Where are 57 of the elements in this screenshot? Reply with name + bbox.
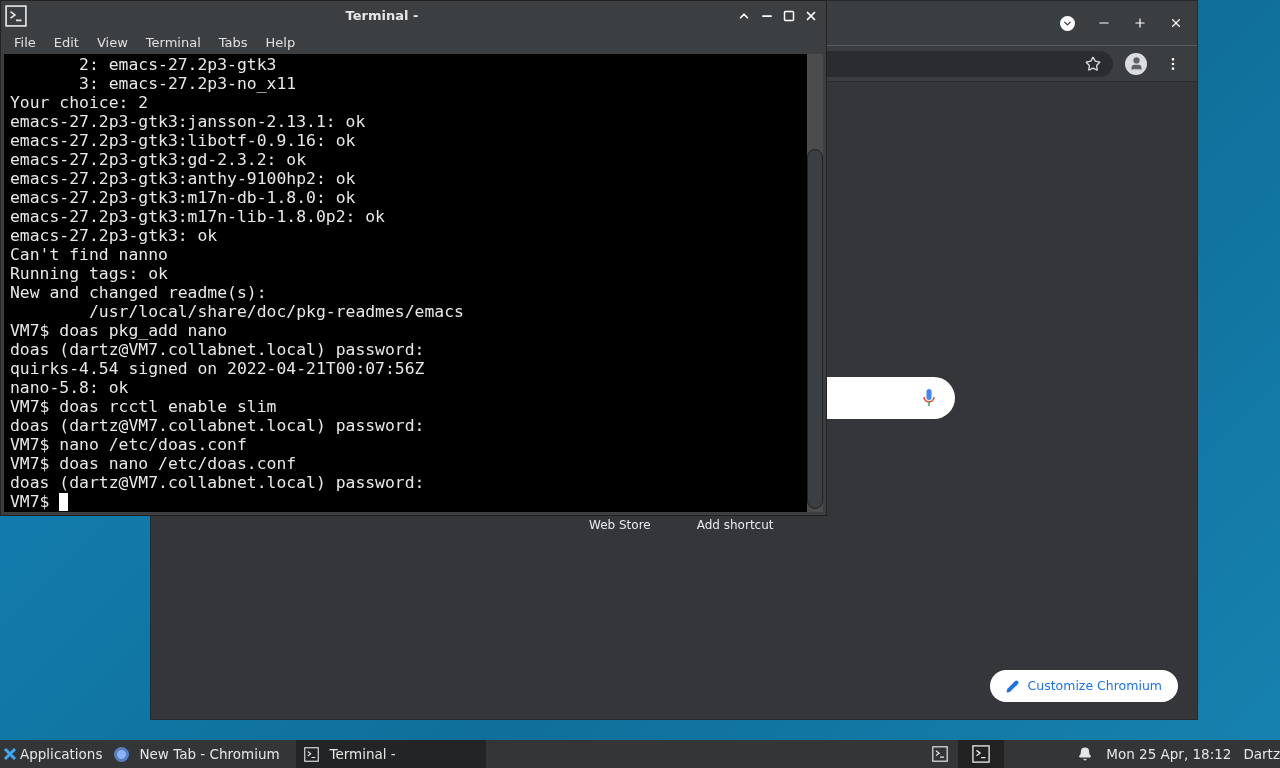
output-line: VM7$ nano /etc/doas.conf: [10, 435, 248, 454]
output-line: quirks-4.54 signed on 2022-04-21T00:07:56Z: [10, 359, 426, 378]
output-line: VM7$ doas nano /etc/doas.conf: [10, 454, 298, 473]
output-line: emacs-27.2p3-gtk3:jansson-2.13.1: ok: [10, 112, 367, 131]
workspace-button[interactable]: [958, 740, 1005, 768]
profile-avatar[interactable]: [1125, 52, 1147, 75]
clock[interactable]: Mon 25 Apr, 18:12: [1106, 743, 1232, 765]
output-line: nano-5.8: ok: [10, 378, 130, 397]
close-icon[interactable]: [1169, 16, 1183, 30]
terminal-icon: [5, 5, 27, 27]
close-icon[interactable]: [804, 9, 818, 23]
output-line: emacs-27.2p3-gtk3:m17n-lib-1.8.0p2: ok: [10, 207, 386, 226]
maximize-icon[interactable]: [1133, 16, 1147, 30]
output-line: doas (dartz@VM7.collabnet.local) password:: [10, 340, 426, 359]
shortcut-label[interactable]: Web Store: [589, 516, 651, 534]
person-icon: [1128, 56, 1144, 71]
output-line: emacs-27.2p3-gtk3:gd-2.3.2: ok: [10, 150, 308, 169]
output-line: Running tags: ok: [10, 264, 169, 283]
microphone-icon[interactable]: [923, 389, 935, 407]
output-line: doas (dartz@VM7.collabnet.local) password:: [10, 473, 426, 492]
output-line: 2: emacs-27.2p3-gtk3: [78, 55, 278, 74]
prompt: VM7$: [10, 492, 51, 511]
output-line: Can't find nanno: [10, 245, 169, 264]
output-line: Your choice: 2: [10, 93, 150, 112]
output-line: emacs-27.2p3-gtk3: ok: [10, 226, 219, 245]
output-line: emacs-27.2p3-gtk3:anthy-9100hp2: ok: [10, 169, 357, 188]
output-line: VM7$ doas rcctl enable slim: [10, 397, 278, 416]
menu-item[interactable]: Terminal: [136, 32, 210, 53]
menu-item[interactable]: File: [5, 32, 45, 53]
output-line: /usr/local/share/doc/pkg-readmes/emacs: [87, 302, 465, 321]
terminal-icon: [304, 746, 320, 762]
text-cursor: [59, 492, 69, 511]
window-title: Terminal -: [344, 7, 420, 26]
menu-item[interactable]: Edit: [44, 32, 88, 53]
output-line: emacs-27.2p3-gtk3:m17n-db-1.8.0: ok: [10, 188, 357, 207]
chromium-icon: [114, 746, 130, 762]
notification-bell-icon[interactable]: [1078, 747, 1093, 761]
output-line: 3: emacs-27.2p3-no_x11: [78, 74, 298, 93]
x-logo-icon: [3, 747, 17, 761]
taskbar-button[interactable]: New Tab - Chromium: [106, 740, 297, 768]
maximize-icon[interactable]: [783, 10, 795, 22]
shortcut-label[interactable]: Add shortcut: [696, 516, 774, 534]
output-line: VM7$ doas pkg_add nano: [10, 321, 229, 340]
taskbar-button[interactable]: Terminal -: [296, 740, 487, 768]
menu-item[interactable]: Help: [256, 32, 305, 53]
search-box[interactable]: [826, 377, 955, 419]
menu-item[interactable]: Tabs: [209, 32, 257, 53]
output-line: doas (dartz@VM7.collabnet.local) password:: [10, 416, 426, 435]
menu-item[interactable]: View: [87, 32, 137, 53]
pencil-icon: [1005, 679, 1019, 693]
tab-search-button[interactable]: [1060, 15, 1075, 31]
output-line: New and changed readme(s):: [10, 283, 268, 302]
output-line: emacs-27.2p3-gtk3:libotf-0.9.16: ok: [10, 131, 357, 150]
customize-button[interactable]: Customize Chromium: [989, 670, 1178, 702]
applications-menu[interactable]: Applications: [0, 740, 107, 768]
bookmark-star-icon[interactable]: [1085, 55, 1101, 72]
user-name[interactable]: Dartz: [1243, 743, 1280, 765]
